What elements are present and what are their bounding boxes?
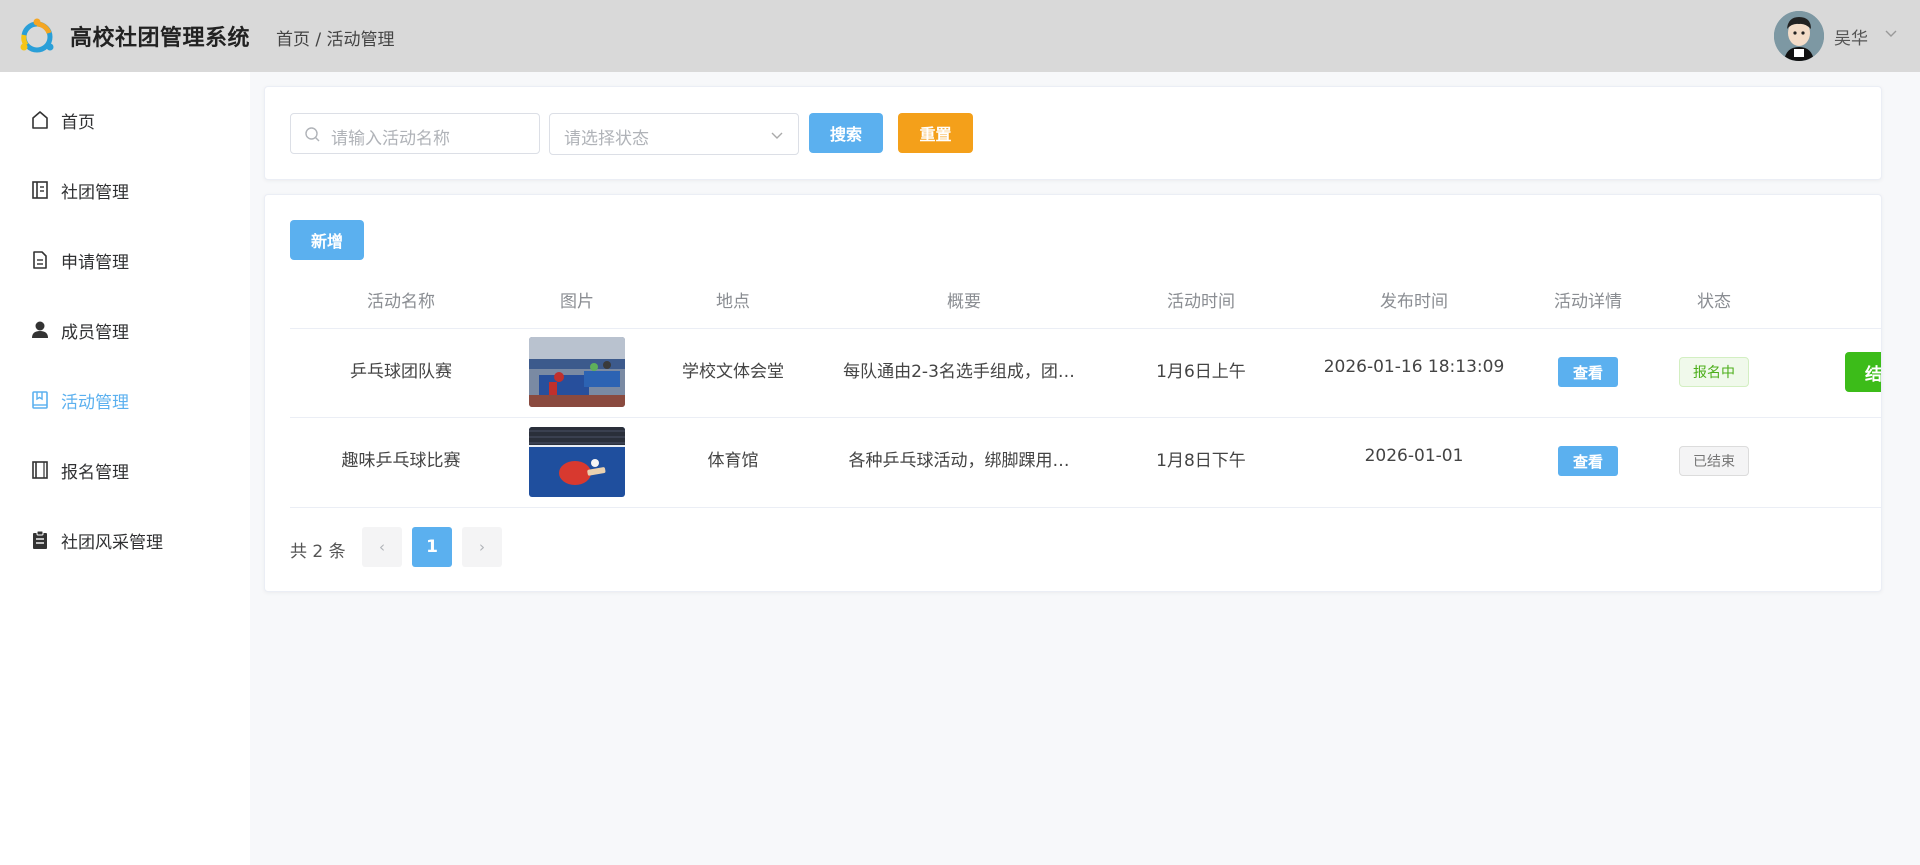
user-icon: [32, 321, 48, 338]
notebook-icon: [32, 181, 48, 199]
search-button[interactable]: 搜索: [809, 113, 883, 153]
sidebar-item-showcase[interactable]: 社团风采管理: [0, 514, 250, 566]
activity-summary: 每队通由2-3名选手组成，团…: [843, 362, 1075, 382]
table-tennis-hall-photo: [529, 337, 625, 407]
activity-image[interactable]: [529, 337, 625, 407]
column-header: 概要: [947, 292, 981, 312]
document-icon: [33, 251, 47, 269]
publish-time: 2026-01-16 18:13:09: [1323, 357, 1505, 377]
view-detail-button[interactable]: 查看: [1558, 357, 1618, 387]
avatar-image: [1774, 11, 1824, 61]
sidebar-item-label: 首页: [61, 112, 95, 133]
pagination-total: 共 2 条: [290, 542, 346, 562]
table-divider: [290, 417, 1881, 418]
notebook-icon: [32, 461, 48, 479]
sidebar-item-clubs[interactable]: 社团管理: [0, 164, 250, 216]
status-select[interactable]: 请选择状态: [549, 113, 799, 155]
ping-pong-paddle-photo: [529, 427, 625, 497]
status-badge: 报名中: [1679, 357, 1749, 387]
clipboard-icon: [33, 530, 47, 549]
status-badge: 已结束: [1679, 446, 1749, 476]
activity-image[interactable]: [529, 427, 625, 497]
home-icon: [32, 111, 48, 129]
activity-location: 学校文体会堂: [682, 362, 784, 382]
sidebar: 首页 社团管理 申请管理 成员管理 活动管理 报名管理 社团风采管理: [0, 72, 250, 865]
column-header: 地点: [716, 292, 750, 312]
activity-summary: 各种乒乓球活动，绑脚踝用…: [848, 451, 1070, 471]
username[interactable]: 吴华: [1834, 24, 1868, 49]
sidebar-item-activities[interactable]: 活动管理: [0, 374, 250, 426]
add-button[interactable]: 新增: [290, 220, 364, 260]
column-header: 发布时间: [1380, 292, 1448, 312]
table-divider: [290, 507, 1881, 508]
status-placeholder: 请选择状态: [564, 129, 649, 149]
sidebar-item-members[interactable]: 成员管理: [0, 304, 250, 356]
chevron-down-icon: [771, 132, 783, 139]
sidebar-item-label: 社团风采管理: [61, 532, 163, 553]
activity-name-input[interactable]: 请输入活动名称: [290, 113, 540, 154]
column-header: 活动详情: [1554, 292, 1622, 312]
breadcrumb[interactable]: 首页 / 活动管理: [276, 25, 395, 50]
column-header: 活动时间: [1167, 292, 1235, 312]
activity-time: 1月8日下午: [1156, 451, 1246, 471]
table-divider: [290, 328, 1881, 329]
sidebar-item-label: 成员管理: [61, 322, 129, 343]
sidebar-item-label: 报名管理: [61, 462, 129, 483]
top-header: 高校社团管理系统 首页 / 活动管理 吴华: [0, 0, 1920, 72]
avatar[interactable]: [1774, 11, 1824, 61]
sidebar-item-label: 申请管理: [61, 252, 129, 273]
activity-name: 乒乓球团队赛: [350, 362, 452, 382]
search-panel: 请输入活动名称 请选择状态 搜索 重置: [264, 86, 1882, 180]
sidebar-item-label: 活动管理: [61, 392, 129, 413]
activity-table-panel: 新增 活动名称 图片 地点 概要 活动时间 发布时间 活动详情 状态 乒乓球团队…: [264, 194, 1882, 592]
sidebar-item-applications[interactable]: 申请管理: [0, 234, 250, 286]
activity-name: 趣味乒乓球比赛: [341, 451, 461, 471]
activity-location: 体育馆: [707, 451, 759, 471]
column-header: 状态: [1697, 292, 1731, 312]
next-page-button[interactable]: ›: [462, 527, 502, 567]
book-icon: [32, 391, 48, 409]
activity-time: 1月6日上午: [1156, 362, 1246, 382]
sidebar-item-label: 社团管理: [61, 182, 129, 203]
app-title: 高校社团管理系统: [70, 26, 251, 51]
sidebar-item-home[interactable]: 首页: [0, 94, 250, 146]
publish-time: 2026-01-01: [1364, 446, 1464, 466]
view-detail-button[interactable]: 查看: [1558, 446, 1618, 476]
reset-button[interactable]: 重置: [898, 113, 973, 153]
sidebar-item-registrations[interactable]: 报名管理: [0, 444, 250, 496]
column-header: 图片: [560, 292, 594, 312]
logo-icon: [20, 18, 54, 53]
search-icon: [305, 127, 320, 142]
end-activity-button[interactable]: 结: [1845, 352, 1881, 392]
column-header: 活动名称: [367, 292, 435, 312]
chevron-down-icon[interactable]: [1884, 26, 1898, 40]
activity-name-placeholder: 请输入活动名称: [331, 129, 450, 149]
page-number-button[interactable]: 1: [412, 527, 452, 567]
prev-page-button[interactable]: ‹: [362, 527, 402, 567]
